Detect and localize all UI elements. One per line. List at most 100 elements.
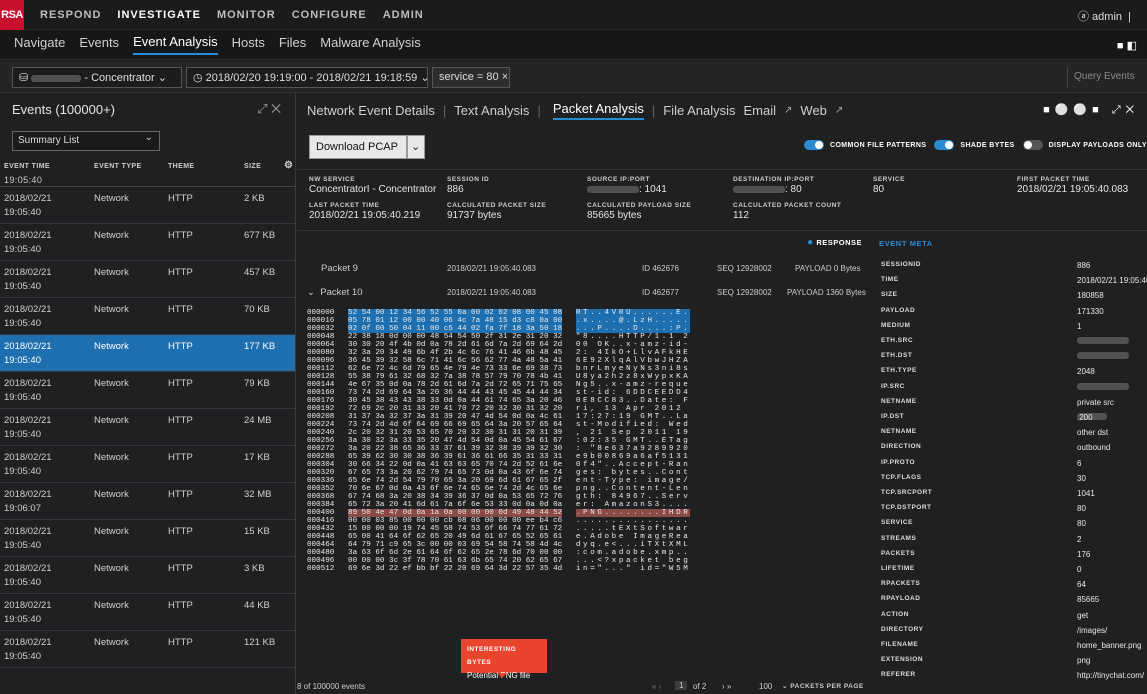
analysis-tabs: Network Event Details | Text Analysis | Pack… [297,93,1147,127]
hex-bytes[interactable]: 70 6e 67 0d 0a 43 6f 6e 74 65 6e 74 2d 4… [348,485,562,493]
hex-bytes[interactable]: 22 38 18 0d 00 00 48 54 54 50 2f 31 2e 3… [348,333,562,341]
subnav-hosts[interactable]: Hosts [232,35,265,54]
query-pill[interactable]: service = 80 × [432,67,510,88]
table-row[interactable]: 2018/02/21 19:05:40 Network HTTP 2 KB [0,187,295,224]
packet-9-name[interactable]: Packet 9 [321,263,358,274]
table-row[interactable]: 2018/02/21 19:05:40 Network HTTP 44 KB [0,594,295,631]
common-file-patterns-toggle[interactable] [804,140,824,150]
service-selector[interactable]: ⛁ - Concentrator ⌄ [12,67,182,88]
prev-page-icon[interactable]: « ‹ [652,682,661,691]
hex-bytes[interactable]: 05 78 01 12 00 00 40 06 4c 7a 48 15 d3 c… [348,317,563,325]
subnav-malware-analysis[interactable]: Malware Analysis [320,35,420,54]
row-type: Network [94,230,129,241]
hex-row: 000288 65 39 62 30 30 38 36 39 61 36 61 … [307,453,872,461]
hex-bytes[interactable]: 4e 67 35 0d 0a 78 2d 61 6d 7a 2d 72 65 7… [348,381,562,389]
col-size[interactable]: SIZE [244,163,261,170]
hex-bytes[interactable]: 55 38 79 61 32 68 32 7a 38 78 57 79 70 7… [348,373,562,381]
hex-bytes[interactable]: 73 74 2d 4d 6f 64 69 66 69 65 64 3a 20 5… [348,421,562,429]
hex-bytes[interactable]: 3a 63 6f 6d 2e 61 64 6f 62 65 2e 78 6d 7… [348,549,562,557]
external-link-icon[interactable]: ↗ [835,105,843,116]
topnav-configure[interactable]: CONFIGURE [292,9,367,21]
hex-row: 000080 32 3a 20 34 49 6b 4f 2b 4c 6c 76 … [307,349,872,357]
hex-bytes[interactable]: 73 74 2d 69 64 3a 20 36 44 44 43 45 45 4… [348,389,562,397]
top-nav: RESPOND INVESTIGATE MONITOR CONFIGURE ADMIN [24,9,424,21]
table-row[interactable]: 2018/02/21 19:05:40 Network HTTP 3 KB [0,557,295,594]
table-row[interactable]: 2018/02/21 19:06:07 Network HTTP 32 MB [0,483,295,520]
hex-bytes[interactable]: 30 66 34 22 0d 0a 41 63 63 65 70 74 2d 5… [348,461,562,469]
time-range-selector[interactable]: ◷ 2018/02/20 19:19:00 - 2018/02/21 19:18… [186,67,430,88]
download-pcap-button[interactable]: Download PCAP [309,135,407,159]
table-row[interactable]: 2018/02/21 19:05:40 Network HTTP 17 KB [0,446,295,483]
table-row[interactable]: 2018/02/21 19:05:40 Network HTTP 457 KB [0,261,295,298]
hex-bytes[interactable]: 30 30 20 4f 4b 0d 0a 78 2d 61 6d 7a 2d 6… [348,341,562,349]
hex-bytes[interactable]: 02 0f 00 50 04 11 00 c5 44 02 fa 7f 18 3… [348,325,563,333]
hex-bytes[interactable]: 3a 20 22 38 65 36 33 37 61 39 32 38 39 3… [348,445,562,453]
meta-key: RPACKETS [881,580,921,588]
hex-bytes[interactable]: 30 45 38 43 43 38 33 0d 0a 44 61 74 65 3… [348,397,562,405]
list-type-select[interactable]: Summary List [12,131,160,151]
tab-file-analysis[interactable]: File Analysis [663,103,735,118]
hex-bytes[interactable]: 36 45 39 32 58 6c 71 41 6c 56 62 77 4a 4… [348,357,562,365]
hex-bytes[interactable]: 64 79 71 c9 65 3c 00 00 03 69 54 58 74 5… [348,541,562,549]
hex-bytes[interactable]: 15 00 00 00 19 74 45 58 74 53 6f 66 74 7… [348,525,562,533]
hex-bytes[interactable]: 2c 20 32 31 20 53 65 70 20 32 30 31 31 2… [348,429,562,437]
topnav-investigate[interactable]: INVESTIGATE [117,9,201,21]
col-theme[interactable]: THEME [168,163,195,170]
external-link-icon[interactable]: ↗ [784,105,792,116]
display-payloads-toggle[interactable] [1022,140,1043,150]
tab-web[interactable]: Web [800,103,827,118]
col-event-type[interactable]: EVENT TYPE [94,163,142,170]
hex-bytes[interactable]: 67 65 73 3a 20 62 79 74 65 73 0d 0a 43 6… [348,469,562,477]
shade-bytes-toggle[interactable] [934,140,955,150]
hex-bytes[interactable]: 00 00 00 3c 3f 78 70 61 63 6b 65 74 20 6… [348,557,562,565]
hex-bytes[interactable]: 65 72 3a 20 41 6d 61 7a 6f 6e 53 33 0d 0… [348,501,562,509]
rsa-logo[interactable]: RSA [0,0,24,30]
subnav-navigate[interactable]: Navigate [14,35,65,54]
panel-controls-icon[interactable]: ■⚪⚪■ ⤢✕ [1043,103,1139,117]
hex-bytes[interactable]: 62 6e 72 4c 6d 79 65 4e 79 4e 73 33 6e 6… [348,365,562,373]
tab-email[interactable]: Email [744,103,777,118]
table-row[interactable]: 2018/02/21 19:05:40 Network HTTP 121 KB [0,631,295,668]
hex-bytes[interactable]: 67 74 68 3a 20 38 34 39 36 37 0d 0a 53 6… [348,493,562,501]
hex-bytes[interactable]: 32 3a 20 34 49 6b 4f 2b 4c 6c 76 41 46 6… [348,349,562,357]
table-row[interactable]: 2018/02/21 19:05:40 Network HTTP 15 KB [0,520,295,557]
row-time: 19:05:40 [4,651,41,662]
subnav-event-analysis[interactable]: Event Analysis [133,34,218,55]
hex-bytes[interactable]: 65 6e 74 2d 54 79 70 65 3a 20 69 6d 61 6… [348,477,562,485]
hex-bytes[interactable]: 65 39 62 30 30 38 36 39 61 36 61 66 35 3… [348,453,562,461]
table-row[interactable]: 2018/02/21 19:05:40 Network HTTP 70 KB [0,298,295,335]
topnav-monitor[interactable]: MONITOR [217,9,276,21]
view-toggle-icon[interactable]: ■ ◧ [1117,39,1137,52]
close-icon[interactable]: × [502,71,508,83]
tab-packet-analysis[interactable]: Packet Analysis [552,101,644,120]
hex-bytes[interactable]: 3a 30 32 3a 33 35 20 47 4d 54 0d 0a 45 5… [348,437,562,445]
table-row[interactable]: 2018/02/21 19:05:40 Network HTTP 177 KB [0,335,295,372]
topnav-respond[interactable]: RESPOND [40,9,101,21]
expand-icon[interactable]: ⤢ ✕ [257,101,281,117]
table-row[interactable]: 2018/02/21 19:05:40 Network HTTP 79 KB [0,372,295,409]
packet-10-toggle[interactable]: ⌄ Packet 10 [307,287,363,298]
hex-bytes[interactable]: 31 37 3a 32 37 3a 31 39 20 47 4d 54 0d 0… [348,413,562,421]
page-input[interactable]: 1 [675,681,688,690]
chevron-down-icon[interactable]: ⌄ [407,135,425,159]
per-page-select[interactable]: ⌄ PACKETS PER PAGE [782,682,864,690]
hex-bytes[interactable]: 52 54 00 12 34 56 52 55 0a 00 02 02 08 0… [348,309,563,317]
topnav-admin[interactable]: ADMIN [383,9,424,21]
hex-bytes[interactable]: 69 6e 3d 22 ef bb bf 22 20 69 64 3d 22 5… [348,565,562,573]
subnav-events[interactable]: Events [79,35,119,54]
per-page-value[interactable]: 100 [759,682,772,691]
tab-text-analysis[interactable]: Text Analysis [454,103,529,118]
next-page-icon[interactable]: › » [722,682,731,691]
hex-bytes[interactable]: 89 50 4e 47 0d 0a 1a 0a 00 00 00 0d 49 4… [348,509,563,517]
gear-icon[interactable]: ⚙ [284,160,293,171]
hex-bytes[interactable]: 72 69 2c 20 31 33 20 41 70 72 20 32 30 3… [348,405,562,413]
col-event-time[interactable]: EVENT TIME [4,163,50,170]
hex-bytes[interactable]: 65 00 41 64 6f 62 65 20 49 6d 61 67 65 5… [348,533,562,541]
subnav-files[interactable]: Files [279,35,306,54]
user-menu[interactable]: ⓐ admin | [1078,8,1131,24]
table-row[interactable]: 2018/02/21 19:05:40 Network HTTP 677 KB [0,224,295,261]
table-row[interactable]: 2018/02/21 19:05:40 Network HTTP 24 MB [0,409,295,446]
tab-network-event-details[interactable]: Network Event Details [307,103,435,118]
query-events-button[interactable]: Query Events [1067,67,1147,88]
hex-bytes[interactable]: 00 00 03 85 00 00 00 cb 08 06 00 00 00 e… [348,517,562,525]
